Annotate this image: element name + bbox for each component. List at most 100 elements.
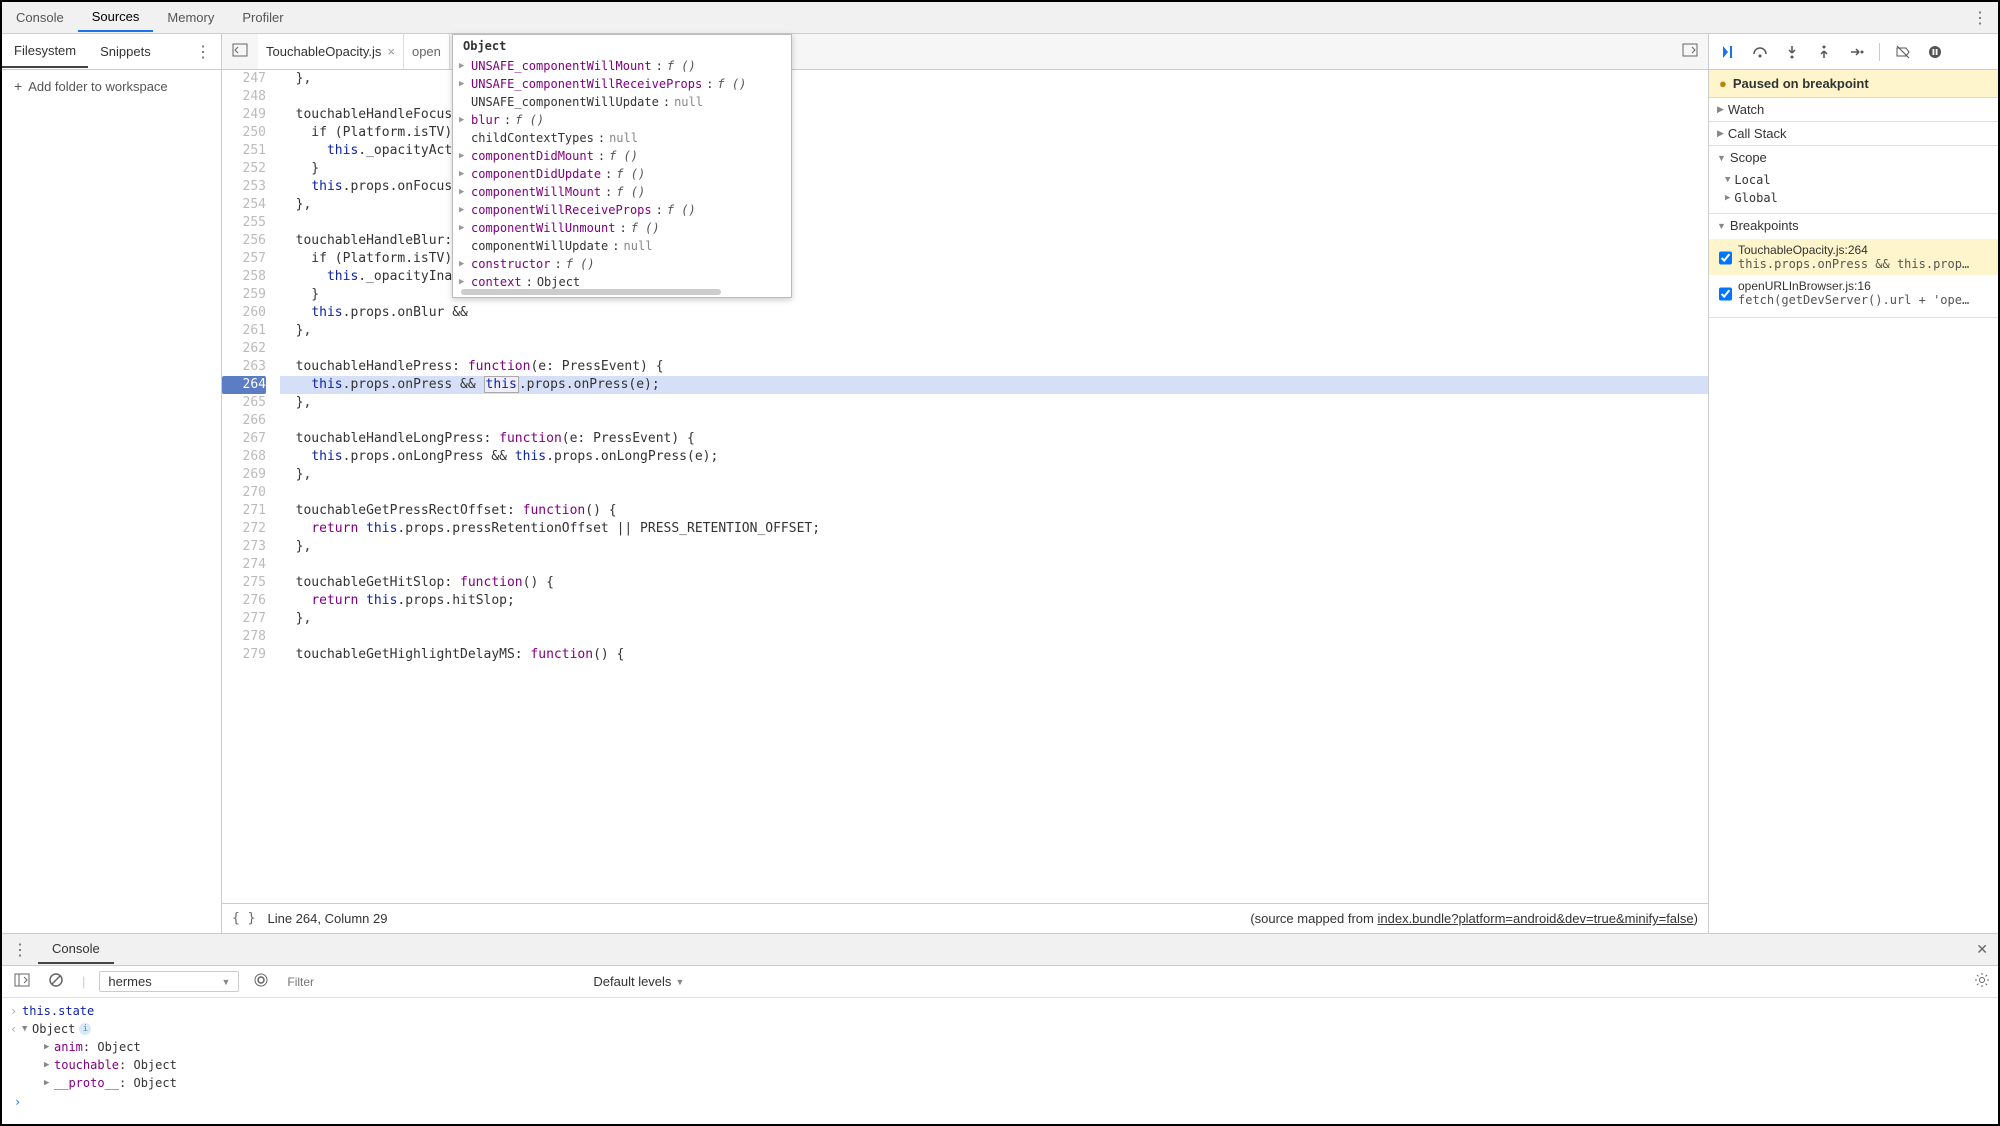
section-header-scope[interactable]: ▼ Scope <box>1709 146 1998 169</box>
line-number[interactable]: 247 <box>222 70 266 88</box>
console-object-prop[interactable]: ▶anim: Object <box>10 1038 1990 1056</box>
popup-property[interactable]: ▶blur: f () <box>459 111 785 129</box>
line-number[interactable]: 279 <box>222 646 266 664</box>
scope-global[interactable]: ▶Global <box>1709 189 1998 207</box>
code-line[interactable]: this.props.onBlur && <box>280 304 1708 322</box>
code-line[interactable]: }, <box>280 394 1708 412</box>
line-number[interactable]: 278 <box>222 628 266 646</box>
code-line[interactable]: touchableGetHighlightDelayMS: function()… <box>280 646 1708 664</box>
step-out-icon[interactable] <box>1813 41 1835 63</box>
line-number[interactable]: 261 <box>222 322 266 340</box>
popup-property[interactable]: childContextTypes: null <box>459 129 785 147</box>
console-object-prop[interactable]: ▶touchable: Object <box>10 1056 1990 1074</box>
log-levels-selector[interactable]: Default levels ▼ <box>593 974 684 989</box>
line-number[interactable]: 249 <box>222 106 266 124</box>
close-icon[interactable]: ✕ <box>1966 941 1998 958</box>
code-line[interactable]: }, <box>280 610 1708 628</box>
line-number[interactable]: 250 <box>222 124 266 142</box>
console-result-line[interactable]: ‹ ▼ Object i <box>10 1020 1990 1038</box>
line-number[interactable]: 248 <box>222 88 266 106</box>
code-line[interactable] <box>280 484 1708 502</box>
line-number[interactable]: 269 <box>222 466 266 484</box>
popup-property[interactable]: ▶UNSAFE_componentWillReceiveProps: f () <box>459 75 785 93</box>
popup-property[interactable]: ▶constructor: f () <box>459 255 785 273</box>
step-into-icon[interactable] <box>1781 41 1803 63</box>
navigator-tab-filesystem[interactable]: Filesystem <box>2 35 88 68</box>
code-line[interactable]: touchableGetPressRectOffset: function() … <box>280 502 1708 520</box>
scrollbar-horizontal[interactable] <box>461 289 721 295</box>
code-line[interactable]: }, <box>280 322 1708 340</box>
code-line[interactable] <box>280 412 1708 430</box>
code-line[interactable]: touchableHandlePress: function(e: PressE… <box>280 358 1708 376</box>
format-icon[interactable]: { } <box>232 911 255 926</box>
step-over-icon[interactable] <box>1749 41 1771 63</box>
line-number[interactable]: 251 <box>222 142 266 160</box>
pause-on-exceptions-icon[interactable] <box>1924 41 1946 63</box>
deactivate-breakpoints-icon[interactable] <box>1892 41 1914 63</box>
popup-property[interactable]: ▶UNSAFE_componentWillMount: f () <box>459 57 785 75</box>
tab-sources[interactable]: Sources <box>78 3 154 32</box>
line-number[interactable]: 252 <box>222 160 266 178</box>
add-folder-button[interactable]: + Add folder to workspace <box>2 70 221 102</box>
console-filter-input[interactable] <box>283 971 583 993</box>
breakpoint-checkbox[interactable] <box>1719 245 1732 271</box>
toggle-navigator-icon[interactable] <box>222 42 258 61</box>
popup-property[interactable]: ▶componentDidUpdate: f () <box>459 165 785 183</box>
popup-property[interactable]: ▶componentWillMount: f () <box>459 183 785 201</box>
console-output[interactable]: › this.state ‹ ▼ Object i ▶anim: Object▶… <box>2 998 1998 1124</box>
line-number[interactable]: 271 <box>222 502 266 520</box>
drawer-tab-console[interactable]: Console <box>38 935 114 964</box>
info-icon[interactable]: i <box>79 1023 91 1035</box>
more-icon[interactable]: ⋮ <box>185 42 221 62</box>
breakpoint-checkbox[interactable] <box>1719 281 1732 307</box>
line-number[interactable]: 265 <box>222 394 266 412</box>
breakpoint-row[interactable]: openURLInBrowser.js:16fetch(getDevServer… <box>1709 275 1998 311</box>
line-number[interactable]: 273 <box>222 538 266 556</box>
breakpoint-row[interactable]: TouchableOpacity.js:264this.props.onPres… <box>1709 239 1998 275</box>
code-line[interactable]: touchableHandleLongPress: function(e: Pr… <box>280 430 1708 448</box>
live-expression-icon[interactable] <box>249 972 273 991</box>
line-number[interactable]: 274 <box>222 556 266 574</box>
line-number[interactable]: 255 <box>222 214 266 232</box>
line-number[interactable]: 266 <box>222 412 266 430</box>
line-number[interactable]: 260 <box>222 304 266 322</box>
line-number[interactable]: 253 <box>222 178 266 196</box>
context-selector[interactable]: hermes ▼ <box>99 971 239 992</box>
line-number[interactable]: 254 <box>222 196 266 214</box>
code-line[interactable]: }, <box>280 466 1708 484</box>
close-icon[interactable]: × <box>387 44 395 59</box>
section-header-callstack[interactable]: ▶ Call Stack <box>1709 122 1998 145</box>
code-line[interactable]: this.props.onLongPress && this.props.onL… <box>280 448 1708 466</box>
section-header-breakpoints[interactable]: ▼ Breakpoints <box>1709 214 1998 237</box>
code-line[interactable]: return this.props.pressRetentionOffset |… <box>280 520 1708 538</box>
clear-console-icon[interactable] <box>44 972 68 991</box>
tab-memory[interactable]: Memory <box>153 4 228 31</box>
popup-property[interactable]: ▶componentWillReceiveProps: f () <box>459 201 785 219</box>
line-number[interactable]: 272 <box>222 520 266 538</box>
line-number[interactable]: 270 <box>222 484 266 502</box>
toggle-debugger-icon[interactable] <box>1672 42 1708 61</box>
line-number[interactable]: 276 <box>222 592 266 610</box>
popup-property[interactable]: UNSAFE_componentWillUpdate: null <box>459 93 785 111</box>
editor-tab-open[interactable]: open <box>404 34 450 69</box>
tab-console[interactable]: Console <box>2 4 78 31</box>
toggle-sidebar-icon[interactable] <box>10 972 34 991</box>
tab-profiler[interactable]: Profiler <box>228 4 297 31</box>
scope-local[interactable]: ▼Local <box>1709 171 1998 189</box>
code-line[interactable] <box>280 628 1708 646</box>
popup-property[interactable]: componentWillUpdate: null <box>459 237 785 255</box>
line-number[interactable]: 268 <box>222 448 266 466</box>
source-map-link[interactable]: index.bundle?platform=android&dev=true&m… <box>1377 911 1693 926</box>
line-number[interactable]: 264 <box>222 376 266 394</box>
gear-icon[interactable] <box>1974 972 1990 991</box>
code-line[interactable]: return this.props.hitSlop; <box>280 592 1708 610</box>
code-editor[interactable]: 2472482492502512522532542552562572582592… <box>222 70 1708 903</box>
line-number[interactable]: 263 <box>222 358 266 376</box>
resume-icon[interactable] <box>1717 41 1739 63</box>
code-line[interactable] <box>280 556 1708 574</box>
line-number[interactable]: 257 <box>222 250 266 268</box>
more-icon[interactable]: ⋮ <box>2 940 38 960</box>
line-number[interactable]: 256 <box>222 232 266 250</box>
step-icon[interactable] <box>1845 41 1867 63</box>
section-header-watch[interactable]: ▶ Watch <box>1709 98 1998 121</box>
